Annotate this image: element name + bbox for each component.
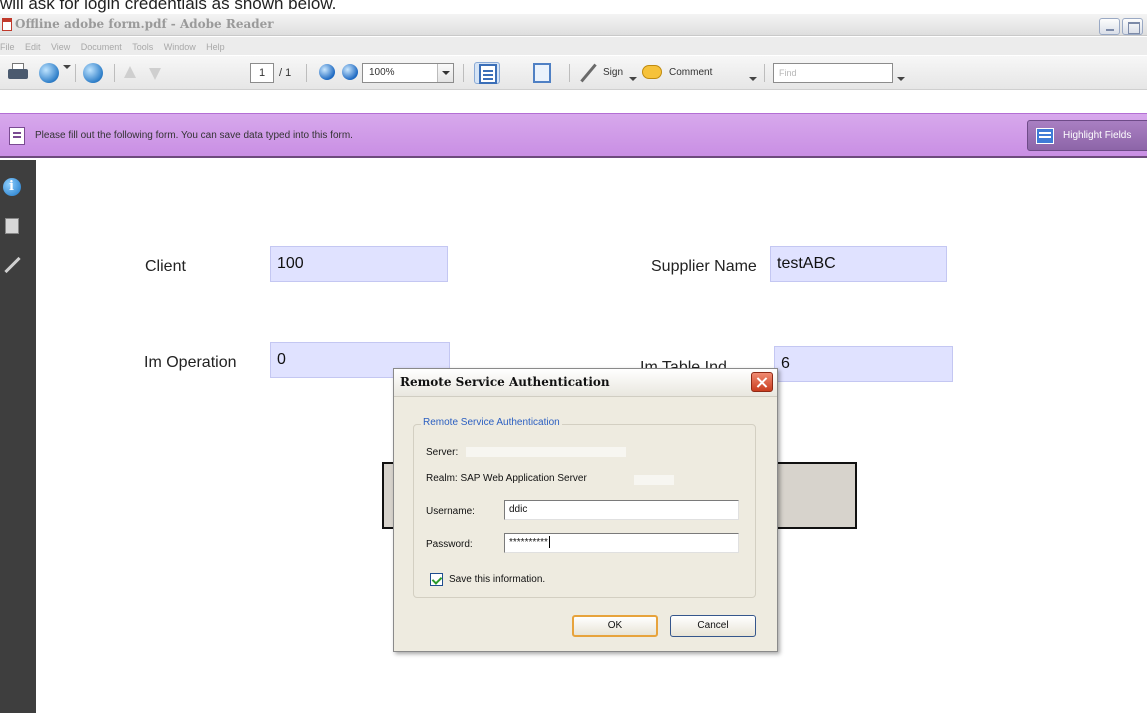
- toolbar-separator: [463, 64, 464, 82]
- toolbar: 1 / 1 100% Sign Comment Find: [0, 56, 1147, 90]
- password-label: Password:: [426, 539, 473, 550]
- print-icon[interactable]: [6, 62, 30, 84]
- client-field[interactable]: 100: [270, 246, 448, 282]
- menu-bar: File Edit View Document Tools Window Hel…: [0, 37, 1147, 55]
- toolbar-separator: [75, 64, 76, 82]
- fit-width-icon[interactable]: [531, 62, 553, 84]
- dialog-titlebar: Remote Service Authentication: [394, 369, 777, 397]
- form-message-bar: Please fill out the following form. You …: [0, 113, 1147, 158]
- toolbar-separator: [306, 64, 307, 82]
- highlight-fields-icon: [1036, 128, 1054, 144]
- realm-label: Realm: SAP Web Application Server: [426, 473, 587, 484]
- page-total: / 1: [279, 67, 292, 79]
- server-label: Server:: [426, 447, 459, 458]
- comment-icon[interactable]: [641, 62, 665, 84]
- next-page-icon[interactable]: [146, 62, 164, 84]
- chevron-down-icon[interactable]: [437, 64, 453, 82]
- zoom-out-icon[interactable]: [318, 62, 336, 84]
- menu-view[interactable]: View: [51, 42, 70, 52]
- toolbar-separator: [764, 64, 765, 82]
- username-input[interactable]: ddic: [504, 500, 739, 520]
- form-icon: [9, 127, 25, 145]
- menu-tools[interactable]: Tools: [132, 42, 153, 52]
- highlight-fields-label: Highlight Fields: [1063, 130, 1132, 141]
- zoom-in-icon[interactable]: [341, 62, 359, 84]
- supplier-name-field[interactable]: testABC: [770, 246, 947, 282]
- save-info-checkbox[interactable]: [430, 573, 443, 586]
- password-input[interactable]: **********: [504, 533, 739, 553]
- minimize-button[interactable]: [1099, 18, 1120, 35]
- menu-help[interactable]: Help: [206, 42, 225, 52]
- server-value-redacted: [466, 447, 626, 457]
- chevron-down-icon[interactable]: [749, 77, 757, 81]
- group-legend: Remote Service Authentication: [421, 417, 562, 428]
- text-caret: [548, 536, 550, 549]
- save-info-label: Save this information.: [449, 574, 546, 585]
- zoom-value: 100%: [369, 67, 395, 78]
- fit-page-icon[interactable]: [474, 62, 500, 84]
- window-titlebar: Offline adobe form.pdf - Adobe Reader: [0, 14, 1147, 36]
- im-table-ind-field[interactable]: 6: [774, 346, 953, 382]
- form-message-text: Please fill out the following form. You …: [35, 130, 353, 141]
- im-operation-label: Im Operation: [144, 354, 237, 371]
- remote-auth-dialog: Remote Service Authentication Remote Ser…: [393, 368, 778, 652]
- toolbar-separator: [569, 64, 570, 82]
- previous-page-icon[interactable]: [121, 62, 139, 84]
- create-pdf-icon[interactable]: [38, 62, 60, 84]
- sign-pen-icon[interactable]: [578, 62, 598, 84]
- comment-button[interactable]: Comment: [669, 67, 712, 78]
- info-icon[interactable]: [3, 178, 21, 196]
- supplier-name-label: Supplier Name: [651, 258, 757, 275]
- dialog-title: Remote Service Authentication: [400, 375, 610, 389]
- chevron-down-icon[interactable]: [629, 77, 637, 81]
- menu-edit[interactable]: Edit: [25, 42, 41, 52]
- maximize-button[interactable]: [1122, 18, 1143, 35]
- realm-value-redacted: [634, 475, 674, 485]
- adobe-reader-icon: [2, 18, 12, 31]
- password-value: **********: [509, 537, 548, 548]
- highlight-fields-button[interactable]: Highlight Fields: [1027, 120, 1147, 151]
- page-number-input[interactable]: 1: [250, 63, 274, 83]
- close-icon[interactable]: [751, 372, 773, 392]
- menu-window[interactable]: Window: [164, 42, 196, 52]
- menu-file[interactable]: File: [0, 42, 15, 52]
- zoom-select[interactable]: 100%: [362, 63, 454, 83]
- toolbar-separator: [114, 64, 115, 82]
- chevron-down-icon[interactable]: [897, 77, 905, 81]
- ok-button[interactable]: OK: [572, 615, 658, 637]
- collaborate-icon[interactable]: [82, 62, 104, 84]
- sign-button[interactable]: Sign: [603, 67, 623, 78]
- pages-icon[interactable]: [5, 218, 19, 234]
- find-input[interactable]: Find: [773, 63, 893, 83]
- page-caption: will ask for login credentials as shown …: [0, 0, 337, 13]
- signatures-icon[interactable]: [3, 258, 21, 272]
- menu-document[interactable]: Document: [81, 42, 122, 52]
- username-label: Username:: [426, 506, 475, 517]
- window-title: Offline adobe form.pdf - Adobe Reader: [15, 17, 274, 31]
- navigation-pane: [0, 160, 36, 713]
- cancel-button[interactable]: Cancel: [670, 615, 756, 637]
- client-label: Client: [145, 258, 186, 275]
- chevron-down-icon[interactable]: [63, 65, 71, 69]
